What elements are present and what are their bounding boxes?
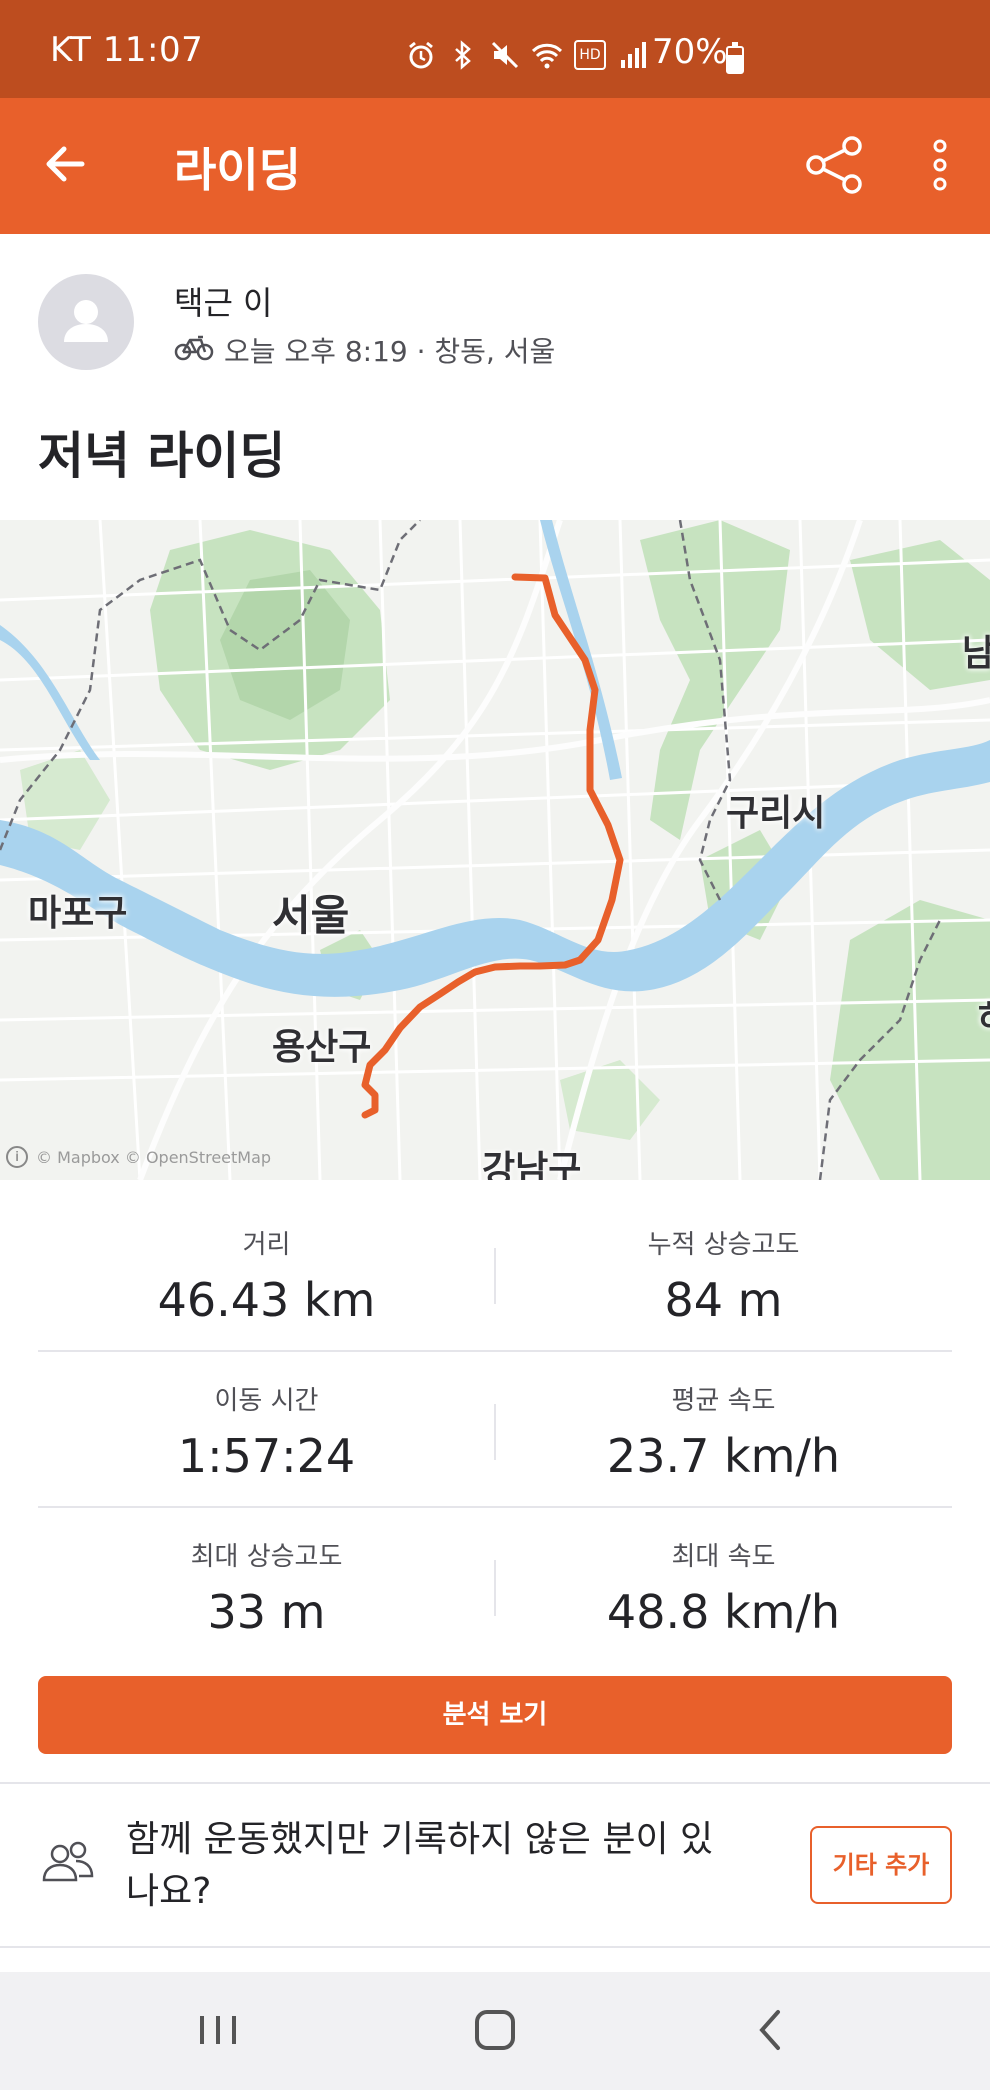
- add-others-prompt: 함께 운동했지만 기록하지 않은 분이 있나요? 기타 추가: [0, 1784, 990, 1946]
- map-attribution-text: © Mapbox © OpenStreetMap: [36, 1147, 272, 1167]
- stat-value: 33 m: [207, 1585, 326, 1639]
- user-name[interactable]: 택근 이: [174, 278, 273, 324]
- map-label-guri: 구리시: [726, 793, 826, 834]
- alarm-icon: [405, 40, 437, 70]
- app-bar: 라이딩: [0, 98, 990, 234]
- map-attribution[interactable]: i © Mapbox © OpenStreetMap: [6, 1146, 271, 1168]
- recents-icon[interactable]: [178, 2000, 258, 2060]
- stat-label: 최대 상승고도: [190, 1542, 343, 1572]
- back-arrow-icon[interactable]: [38, 134, 98, 194]
- stat-value: 84 m: [664, 1273, 783, 1327]
- battery-icon: [726, 42, 744, 74]
- map-label-yongsan: 용산구: [272, 1027, 372, 1068]
- stat-row: 이동 시간 1:57:24 평균 속도 23.7 km/h: [38, 1352, 952, 1508]
- stat-value: 23.7 km/h: [606, 1429, 841, 1483]
- group-icon: [40, 1838, 96, 1886]
- stat-max-speed: 최대 속도 48.8 km/h: [495, 1508, 952, 1664]
- view-analysis-button[interactable]: 분석 보기: [38, 1676, 952, 1754]
- map-label-mapo: 마포구: [28, 893, 128, 934]
- mute-icon: [489, 40, 521, 70]
- home-icon[interactable]: [455, 2000, 535, 2060]
- stat-elevation-gain: 누적 상승고도 84 m: [495, 1196, 952, 1352]
- divider: [0, 1946, 990, 1948]
- share-icon[interactable]: [800, 132, 870, 198]
- avatar[interactable]: [38, 274, 134, 370]
- status-icons: HD: [405, 40, 649, 70]
- bicycle-icon: [174, 333, 214, 368]
- carrier-time: KT 11:07: [50, 30, 204, 70]
- more-vertical-icon[interactable]: [916, 132, 964, 198]
- activity-header: 택근 이 오늘 오후 8:19 · 창동, 서울: [0, 234, 990, 404]
- wifi-icon: [531, 40, 563, 70]
- battery-level: [728, 55, 742, 72]
- back-icon[interactable]: [732, 2000, 812, 2060]
- info-icon[interactable]: i: [6, 1146, 28, 1168]
- stat-label: 누적 상승고도: [647, 1230, 800, 1260]
- page-title: 라이딩: [174, 143, 301, 197]
- stat-row: 거리 46.43 km 누적 상승고도 84 m: [38, 1196, 952, 1352]
- stat-label: 평균 속도: [671, 1386, 776, 1416]
- stat-max-elevation: 최대 상승고도 33 m: [38, 1508, 495, 1664]
- prompt-text: 함께 운동했지만 기록하지 않은 분이 있나요?: [126, 1819, 714, 1912]
- stat-label: 이동 시간: [214, 1386, 319, 1416]
- stat-label: 거리: [242, 1230, 291, 1260]
- map-label-right-edge: 하: [978, 990, 990, 1042]
- map-label-gangnam: 강남구: [482, 1149, 582, 1180]
- activity-stats: 거리 46.43 km 누적 상승고도 84 m 이동 시간 1:57:24 평…: [38, 1196, 952, 1664]
- bluetooth-icon: [447, 40, 479, 70]
- signal-icon: [617, 40, 649, 70]
- map-label-nam: 남: [962, 633, 990, 674]
- stat-value: 48.8 km/h: [606, 1585, 841, 1639]
- activity-meta-text: 오늘 오후 8:19 · 창동, 서울: [224, 335, 556, 368]
- activity-title: 저녁 라이딩: [38, 427, 286, 485]
- status-bar: KT 11:07 HD 70%: [0, 0, 990, 98]
- system-nav-bar: [0, 1972, 990, 2090]
- stat-value: 46.43 km: [157, 1273, 376, 1327]
- stat-label: 최대 속도: [671, 1542, 776, 1572]
- add-others-button[interactable]: 기타 추가: [810, 1826, 952, 1904]
- activity-meta: 오늘 오후 8:19 · 창동, 서울: [174, 330, 555, 370]
- hd-icon: HD: [573, 40, 607, 70]
- battery-percent: 70%: [652, 32, 728, 72]
- stat-row: 최대 상승고도 33 m 최대 속도 48.8 km/h: [38, 1508, 952, 1664]
- stat-avg-speed: 평균 속도 23.7 km/h: [495, 1352, 952, 1508]
- route-map[interactable]: 마포구 서울 용산구 강남구 구리시 남 하 i © Mapbox © Open…: [0, 520, 990, 1180]
- stat-value: 1:57:24: [177, 1429, 356, 1483]
- map-label-seoul: 서울: [272, 891, 350, 940]
- stat-distance: 거리 46.43 km: [38, 1196, 495, 1352]
- map-canvas: [0, 520, 990, 1180]
- stat-moving-time: 이동 시간 1:57:24: [38, 1352, 495, 1508]
